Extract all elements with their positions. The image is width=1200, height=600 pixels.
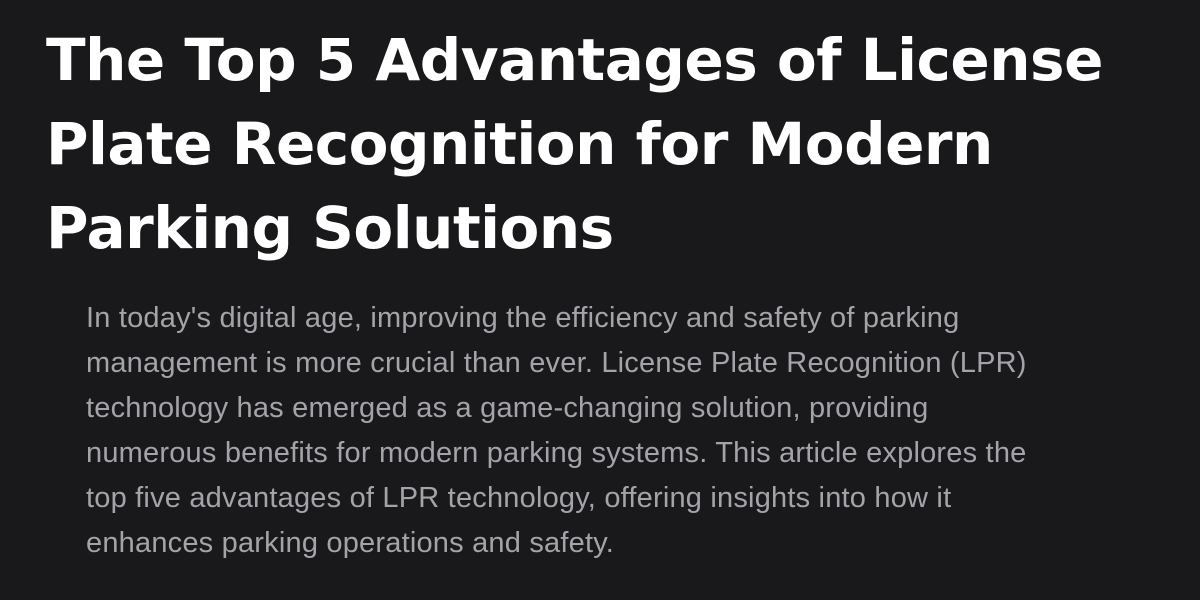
article-container: The Top 5 Advantages of License Plate Re… [0, 0, 1200, 600]
article-intro: In today's digital age, improving the ef… [86, 302, 1027, 559]
article-title: The Top 5 Advantages of License Plate Re… [46, 26, 1103, 262]
